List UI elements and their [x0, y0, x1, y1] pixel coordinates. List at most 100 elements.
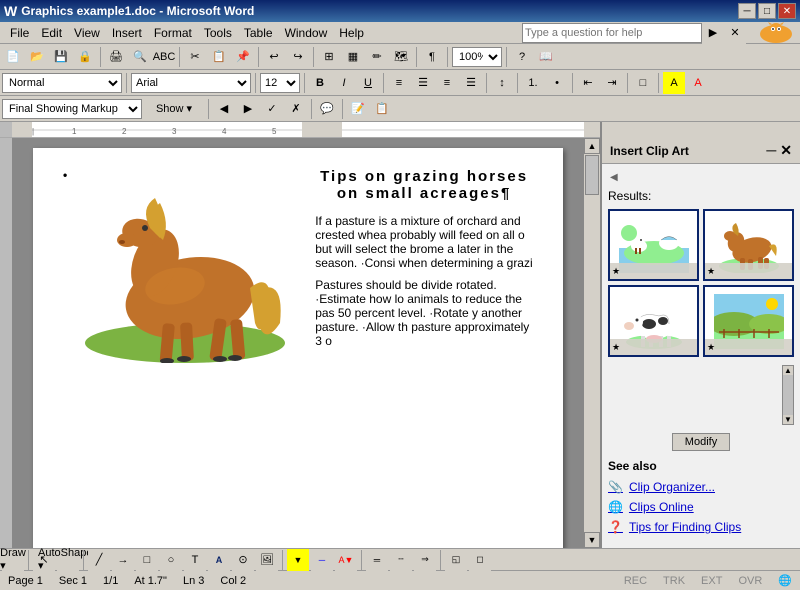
rect-btn[interactable]: □	[136, 549, 158, 571]
line-btn[interactable]: ╱	[88, 549, 110, 571]
outside-border-btn[interactable]: □	[632, 72, 654, 94]
wordart-btn[interactable]: A	[208, 549, 230, 571]
see-also-clip-organizer[interactable]: 📎 Clip Organizer...	[608, 477, 794, 497]
justify-btn[interactable]: ☰	[460, 72, 482, 94]
bullets-btn[interactable]: •	[546, 72, 568, 94]
menu-window[interactable]: Window	[279, 24, 334, 42]
bold-btn[interactable]: B	[309, 72, 331, 94]
clip-panel-minimize[interactable]: ─	[766, 142, 776, 159]
print-preview-btn[interactable]: 🔍	[129, 46, 151, 68]
menu-edit[interactable]: Edit	[35, 24, 68, 42]
menu-insert[interactable]: Insert	[106, 24, 148, 42]
back-arrow-icon[interactable]: ◀	[608, 170, 620, 185]
maximize-button[interactable]: □	[758, 3, 776, 19]
vertical-scrollbar[interactable]: ▲ ▼	[584, 138, 600, 548]
clip-item-3[interactable]: ★	[608, 285, 699, 357]
columns-btn[interactable]: ▦	[342, 46, 364, 68]
textbox-btn[interactable]: T	[184, 549, 206, 571]
clip-panel-close[interactable]: ✕	[780, 142, 792, 159]
see-also-clips-online[interactable]: 🌐 Clips Online	[608, 497, 794, 517]
menu-table[interactable]: Table	[238, 24, 279, 42]
arrow-btn[interactable]: →	[112, 549, 134, 571]
clipart-btn[interactable]: 🖼	[256, 549, 278, 571]
clip-organizer-label[interactable]: Clip Organizer...	[629, 480, 715, 494]
clip-item-2[interactable]: ★	[703, 209, 794, 281]
accept-change-btn[interactable]: ✓	[261, 98, 283, 120]
scroll-down-btn[interactable]: ▼	[584, 532, 600, 548]
markup-mode-select[interactable]: Final Showing Markup	[2, 99, 142, 119]
clip-scroll-thumb[interactable]	[783, 375, 793, 415]
fill-color-btn[interactable]: ▼	[287, 549, 309, 571]
clip-panel-controls[interactable]: ─ ✕	[766, 142, 792, 159]
track-changes-btn[interactable]: 📝	[347, 98, 369, 120]
print-btn[interactable]: 🖨	[105, 46, 127, 68]
clip-back-btn[interactable]: ◀	[608, 170, 794, 185]
open-btn[interactable]: 📂	[26, 46, 48, 68]
read-mode-btn[interactable]: 📖	[535, 46, 557, 68]
font-color-btn2[interactable]: A▼	[335, 549, 357, 571]
permission-btn[interactable]: 🔒	[74, 46, 96, 68]
undo-btn[interactable]: ↩	[263, 46, 285, 68]
scroll-up-btn[interactable]: ▲	[584, 138, 600, 154]
clips-online-label[interactable]: Clips Online	[629, 500, 694, 514]
autoshapes-btn[interactable]: AutoShapes ▾	[57, 549, 79, 571]
help-search-input[interactable]	[522, 23, 702, 43]
font-select[interactable]: Arial	[131, 73, 251, 93]
align-left-btn[interactable]: ≡	[388, 72, 410, 94]
highlight-btn[interactable]: A	[663, 72, 685, 94]
diagram-btn[interactable]: ⊙	[232, 549, 254, 571]
clip-vscroll[interactable]: ▲ ▼	[782, 365, 794, 425]
show-markup-btn[interactable]: Show ▾	[144, 98, 204, 120]
align-right-btn[interactable]: ≡	[436, 72, 458, 94]
scroll-track[interactable]	[584, 154, 600, 532]
font-color-btn[interactable]: A	[687, 72, 709, 94]
table-btn[interactable]: ⊞	[318, 46, 340, 68]
clip-scroll-down[interactable]: ▼	[783, 415, 793, 424]
numbering-btn[interactable]: 1.	[522, 72, 544, 94]
decrease-indent-btn[interactable]: ⇤	[577, 72, 599, 94]
menu-format[interactable]: Format	[148, 24, 198, 42]
next-change-btn[interactable]: ▶	[237, 98, 259, 120]
line-color-btn[interactable]: ─	[311, 549, 333, 571]
scroll-thumb[interactable]	[585, 155, 599, 195]
help-arrow-btn[interactable]: ▶	[702, 22, 724, 44]
line-spacing-btn[interactable]: ↕	[491, 72, 513, 94]
underline-btn[interactable]: U	[357, 72, 379, 94]
zoom-select[interactable]: 100%	[452, 47, 502, 67]
shadow-btn[interactable]: ◱	[445, 549, 467, 571]
oval-btn[interactable]: ○	[160, 549, 182, 571]
drawing-btn[interactable]: ✏	[366, 46, 388, 68]
copy-btn[interactable]: 📋	[208, 46, 230, 68]
new-btn[interactable]: 📄	[2, 46, 24, 68]
minimize-button[interactable]: ─	[738, 3, 756, 19]
new-comment-btn[interactable]: 💬	[316, 98, 338, 120]
clip-item-1[interactable]: ★	[608, 209, 699, 281]
paste-btn[interactable]: 📌	[232, 46, 254, 68]
help-btn2[interactable]: ?	[511, 46, 533, 68]
line-style-btn[interactable]: ═	[366, 549, 388, 571]
style-select[interactable]: Normal	[2, 73, 122, 93]
show-hide-btn[interactable]: ¶	[421, 46, 443, 68]
help-close-btn[interactable]: ✕	[724, 22, 746, 44]
clip-item-4[interactable]: ★	[703, 285, 794, 357]
arrow-style-btn[interactable]: ⇒	[414, 549, 436, 571]
menu-view[interactable]: View	[68, 24, 106, 42]
menu-tools[interactable]: Tools	[198, 24, 238, 42]
title-bar-controls[interactable]: ─ □ ✕	[738, 3, 796, 19]
increase-indent-btn[interactable]: ⇥	[601, 72, 623, 94]
spell-btn[interactable]: ABC	[153, 46, 175, 68]
save-btn[interactable]: 💾	[50, 46, 72, 68]
size-select[interactable]: 12	[260, 73, 300, 93]
prev-change-btn[interactable]: ◀	[213, 98, 235, 120]
modify-button[interactable]: Modify	[672, 433, 730, 451]
align-center-btn[interactable]: ☰	[412, 72, 434, 94]
menu-help[interactable]: Help	[333, 24, 370, 42]
redo-btn[interactable]: ↪	[287, 46, 309, 68]
tips-label[interactable]: Tips for Finding Clips	[629, 520, 741, 534]
cut-btn[interactable]: ✂	[184, 46, 206, 68]
reject-change-btn[interactable]: ✗	[285, 98, 307, 120]
see-also-tips[interactable]: ❓ Tips for Finding Clips	[608, 517, 794, 537]
close-button[interactable]: ✕	[778, 3, 796, 19]
doc-map-btn[interactable]: 🗺	[390, 46, 412, 68]
menu-file[interactable]: File	[4, 24, 35, 42]
